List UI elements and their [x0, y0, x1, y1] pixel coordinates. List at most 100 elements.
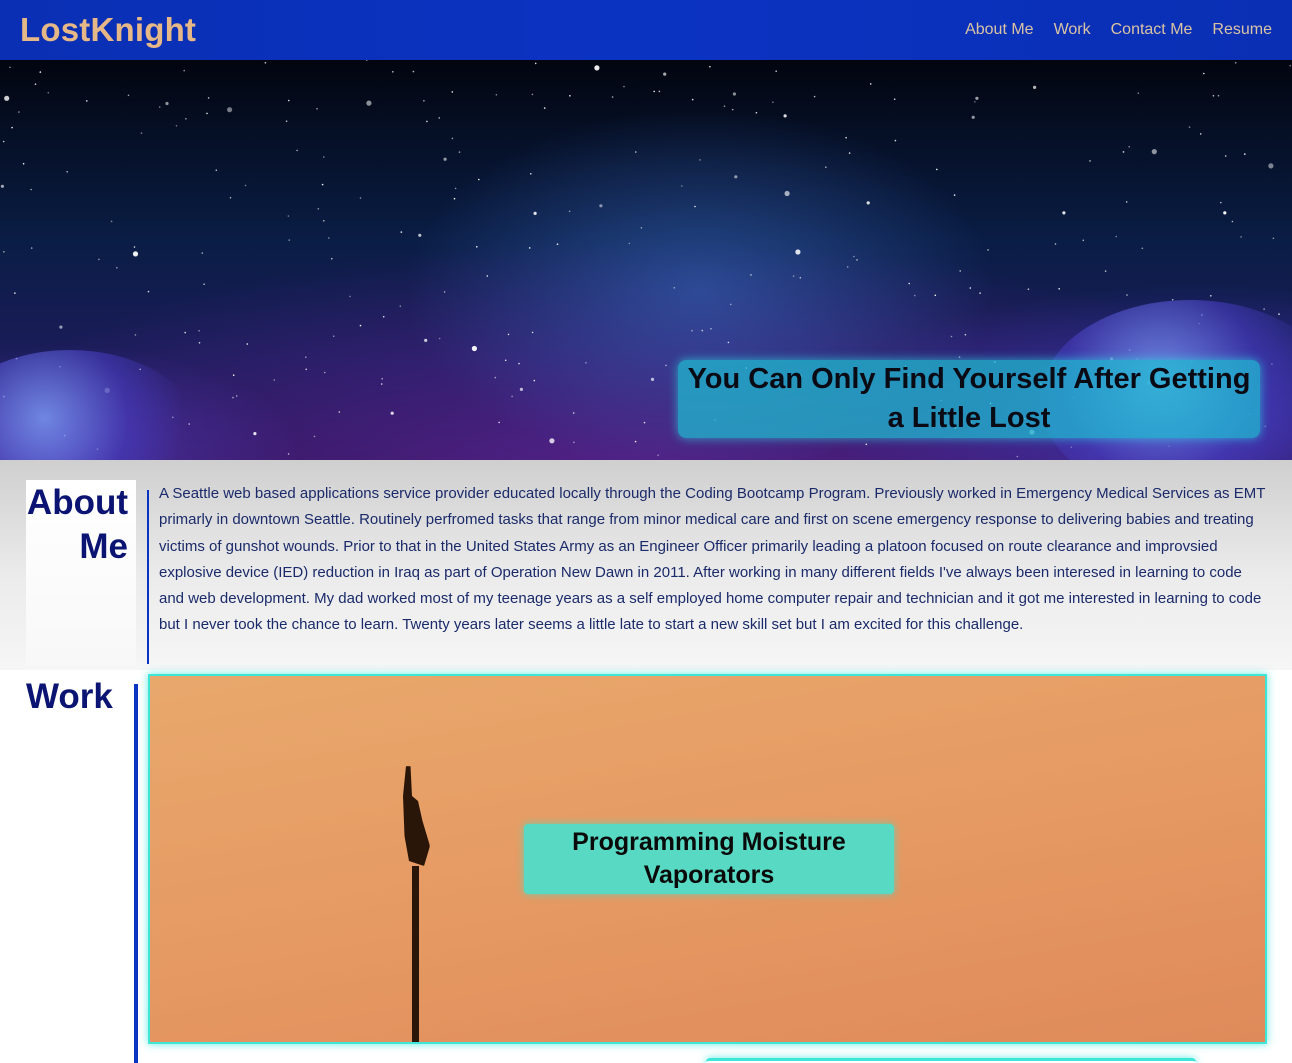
star	[531, 331, 534, 334]
about-title: About Me	[26, 483, 128, 566]
star	[732, 92, 737, 96]
star	[556, 243, 559, 245]
star	[734, 175, 738, 179]
star	[775, 70, 777, 72]
brand-logo[interactable]: LostKnight	[20, 11, 196, 49]
star	[673, 287, 676, 289]
star	[845, 136, 847, 139]
star	[729, 303, 732, 306]
star	[694, 205, 696, 208]
star	[313, 435, 316, 438]
hero-tagline-box: You Can Only Find Yourself After Getting…	[678, 360, 1260, 438]
star	[531, 93, 534, 96]
star	[127, 94, 130, 97]
nav-link-contact-me[interactable]: Contact Me	[1111, 21, 1193, 39]
star	[198, 342, 201, 344]
star	[476, 246, 478, 248]
star	[323, 220, 325, 222]
star	[4, 95, 10, 101]
star	[215, 169, 218, 171]
next-work-card-edge[interactable]	[706, 1058, 1196, 1063]
star	[438, 337, 441, 340]
star	[39, 71, 42, 73]
star	[511, 395, 513, 398]
star	[640, 227, 643, 229]
star	[390, 411, 394, 415]
star	[227, 107, 233, 113]
star	[1224, 155, 1227, 157]
star	[1188, 126, 1191, 128]
star	[813, 95, 816, 98]
star	[1289, 64, 1291, 67]
star	[635, 151, 637, 153]
star	[657, 454, 659, 457]
moisture-vaporator-pole	[412, 866, 419, 1042]
star	[287, 453, 290, 455]
star	[323, 156, 325, 158]
star	[1220, 201, 1222, 204]
star	[755, 111, 758, 114]
star	[959, 270, 961, 272]
star	[235, 395, 238, 397]
star	[3, 251, 5, 253]
star	[1089, 160, 1091, 162]
star	[549, 438, 555, 444]
star	[184, 331, 186, 334]
nav-link-about-me[interactable]: About Me	[965, 21, 1033, 39]
star	[1240, 236, 1242, 238]
nav-link-work[interactable]: Work	[1054, 21, 1091, 39]
star	[1126, 294, 1128, 296]
star	[853, 255, 855, 258]
star	[964, 333, 967, 336]
star	[443, 291, 446, 293]
star	[1231, 220, 1234, 223]
star	[365, 60, 368, 61]
star	[908, 282, 910, 285]
work-title: Work	[26, 677, 113, 716]
star	[18, 111, 20, 113]
star	[305, 356, 307, 359]
star	[643, 421, 646, 424]
star	[392, 71, 394, 73]
star	[663, 72, 667, 76]
star	[471, 345, 477, 352]
star	[338, 411, 341, 413]
star	[366, 100, 372, 106]
about-text: A Seattle web based applications service…	[159, 485, 1266, 634]
star	[458, 151, 461, 153]
star	[568, 210, 571, 213]
star	[316, 108, 318, 110]
star	[1016, 455, 1019, 458]
star	[305, 368, 308, 371]
star	[273, 379, 276, 381]
star	[116, 267, 118, 269]
star	[98, 258, 100, 261]
nav-link-resume[interactable]: Resume	[1212, 21, 1272, 39]
star	[451, 91, 454, 93]
star	[611, 96, 614, 98]
work-project-card[interactable]: Programming Moisture Vaporators	[148, 674, 1267, 1044]
star	[848, 152, 851, 154]
star	[66, 171, 68, 173]
star	[1033, 85, 1037, 89]
star	[572, 412, 575, 414]
star	[866, 201, 870, 205]
star	[1199, 133, 1202, 135]
star	[30, 188, 32, 191]
star	[287, 215, 290, 217]
star	[288, 99, 290, 102]
star	[953, 194, 956, 196]
star	[710, 327, 712, 330]
hero-tagline: You Can Only Find Yourself After Getting…	[687, 363, 1251, 434]
star	[987, 249, 989, 251]
star	[543, 107, 546, 109]
star	[426, 120, 428, 123]
star	[158, 106, 161, 108]
star	[22, 162, 25, 165]
star	[328, 237, 330, 239]
star	[634, 440, 637, 443]
star	[9, 66, 11, 69]
star	[1082, 239, 1085, 242]
star	[264, 62, 267, 64]
star	[296, 149, 298, 152]
